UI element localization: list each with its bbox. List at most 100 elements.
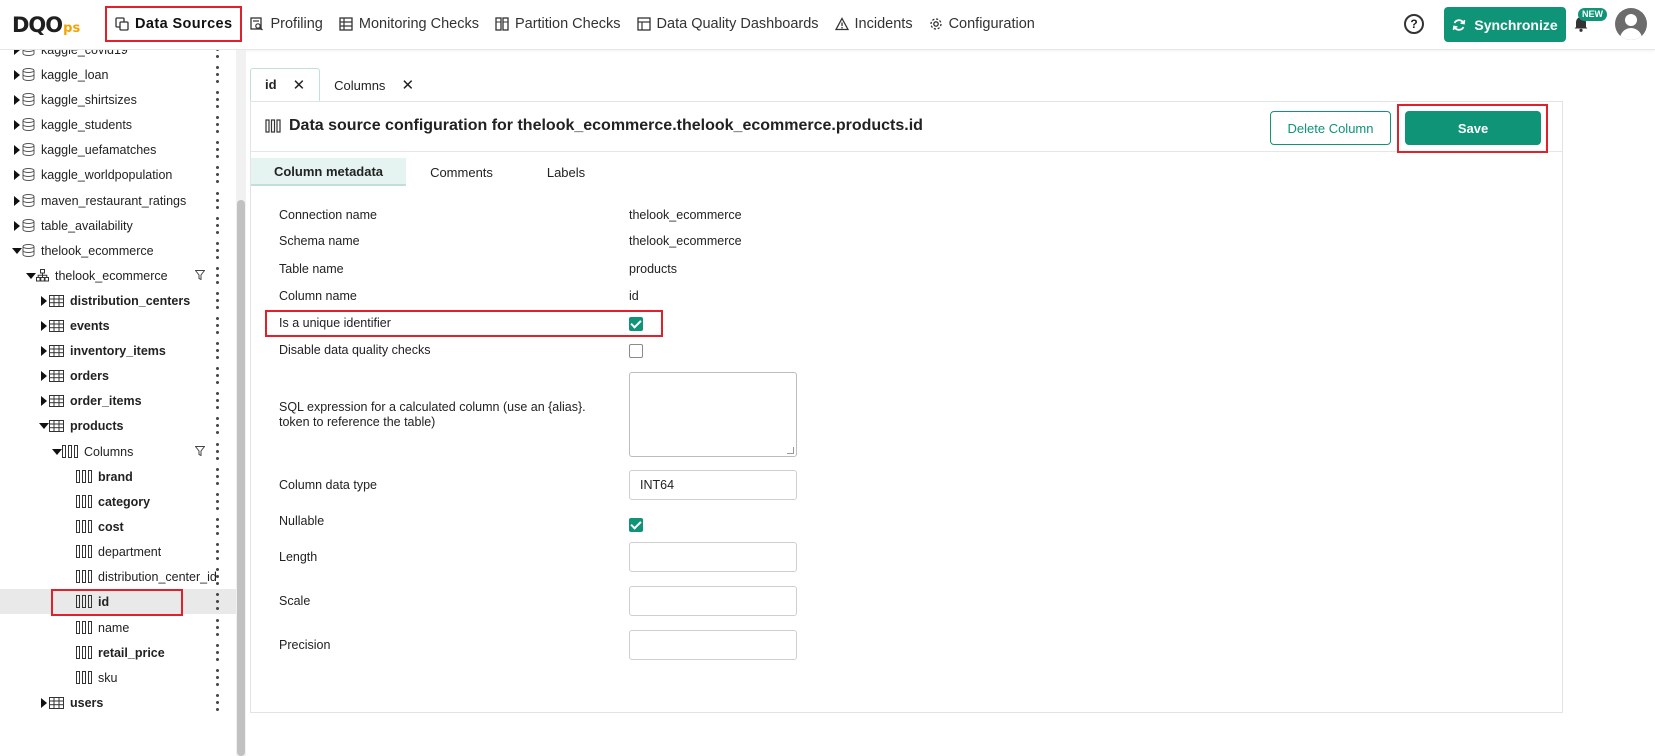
tree-item-users[interactable]: users bbox=[0, 690, 236, 715]
more-options-icon[interactable] bbox=[215, 468, 219, 485]
nav-dashboards[interactable]: Data Quality Dashboards bbox=[629, 6, 827, 42]
resize-grip-icon[interactable] bbox=[787, 447, 794, 454]
caret-right-icon[interactable] bbox=[39, 395, 49, 406]
sidebar-scrollbar-thumb[interactable] bbox=[237, 200, 245, 756]
nav-partition-checks[interactable]: Partition Checks bbox=[487, 6, 629, 42]
filter-icon[interactable] bbox=[195, 270, 205, 280]
tree-item-kaggle-students[interactable]: kaggle_students bbox=[0, 112, 236, 137]
caret-right-icon[interactable] bbox=[39, 370, 49, 381]
tree-item-distribution-centers[interactable]: distribution_centers bbox=[0, 288, 236, 313]
nav-incidents[interactable]: Incidents bbox=[827, 6, 921, 42]
caret-right-icon[interactable] bbox=[12, 220, 22, 231]
more-options-icon[interactable] bbox=[215, 493, 219, 510]
tab-comments[interactable]: Comments bbox=[406, 158, 517, 186]
more-options-icon[interactable] bbox=[215, 342, 219, 359]
tree-item-distribution-center-id[interactable]: distribution_center_id bbox=[0, 564, 236, 589]
tree-item-table-availability[interactable]: table_availability bbox=[0, 213, 236, 238]
caret-right-icon[interactable] bbox=[39, 697, 49, 708]
nav-profiling[interactable]: Profiling bbox=[242, 6, 330, 42]
tree-item-kaggle-loan[interactable]: kaggle_loan bbox=[0, 62, 236, 87]
tree-item-events[interactable]: events bbox=[0, 313, 236, 338]
tree-item-order-items[interactable]: order_items bbox=[0, 388, 236, 413]
tree-item-kaggle-uefamatches[interactable]: kaggle_uefamatches bbox=[0, 137, 236, 162]
more-options-icon[interactable] bbox=[215, 619, 219, 636]
tree-item-kaggle-covid19[interactable]: kaggle_covid19 bbox=[0, 50, 236, 62]
more-options-icon[interactable] bbox=[215, 217, 219, 234]
caret-right-icon[interactable] bbox=[39, 345, 49, 356]
tree-item-inventory-items[interactable]: inventory_items bbox=[0, 338, 236, 363]
more-options-icon[interactable] bbox=[215, 417, 219, 434]
more-options-icon[interactable] bbox=[215, 694, 219, 711]
nav-data-sources[interactable]: Data Sources bbox=[105, 6, 243, 42]
dqops-logo[interactable]: DQO ps bbox=[12, 12, 80, 38]
tree-item-retail-price[interactable]: retail_price bbox=[0, 640, 236, 665]
more-options-icon[interactable] bbox=[215, 518, 219, 535]
caret-right-icon[interactable] bbox=[39, 295, 49, 306]
caret-right-icon[interactable] bbox=[12, 144, 22, 155]
more-options-icon[interactable] bbox=[215, 644, 219, 661]
more-options-icon[interactable] bbox=[215, 50, 219, 58]
more-options-icon[interactable] bbox=[215, 317, 219, 334]
more-options-icon[interactable] bbox=[215, 543, 219, 560]
filter-icon[interactable] bbox=[195, 446, 205, 456]
data-type-field[interactable]: INT64 bbox=[629, 470, 797, 500]
more-options-icon[interactable] bbox=[215, 66, 219, 83]
delete-column-button[interactable]: Delete Column bbox=[1270, 111, 1391, 145]
more-options-icon[interactable] bbox=[215, 568, 219, 585]
tree-item-name[interactable]: name bbox=[0, 615, 236, 640]
sql-expression-textarea[interactable] bbox=[629, 372, 797, 457]
caret-down-icon[interactable] bbox=[26, 271, 36, 281]
more-options-icon[interactable] bbox=[215, 141, 219, 158]
tree-item-thelook-ecommerce-connection[interactable]: thelook_ecommerce bbox=[0, 238, 236, 263]
caret-down-icon[interactable] bbox=[12, 246, 22, 256]
disable-checks-checkbox[interactable] bbox=[629, 344, 643, 358]
caret-down-icon[interactable] bbox=[39, 421, 49, 431]
more-options-icon[interactable] bbox=[215, 166, 219, 183]
tree-item-kaggle-shirtsizes[interactable]: kaggle_shirtsizes bbox=[0, 87, 236, 112]
tree-item-cost[interactable]: cost bbox=[0, 514, 236, 539]
nav-monitoring-checks[interactable]: Monitoring Checks bbox=[331, 6, 487, 42]
more-options-icon[interactable] bbox=[215, 593, 219, 610]
tree-item-kaggle-worldpopulation[interactable]: kaggle_worldpopulation bbox=[0, 162, 236, 187]
close-icon[interactable]: ✕ bbox=[401, 76, 414, 94]
scale-field[interactable] bbox=[629, 586, 797, 616]
close-icon[interactable]: ✕ bbox=[293, 76, 306, 94]
avatar[interactable] bbox=[1615, 8, 1647, 40]
nav-configuration[interactable]: Configuration bbox=[921, 6, 1043, 42]
more-options-icon[interactable] bbox=[215, 669, 219, 686]
tab-columns[interactable]: Columns ✕ bbox=[320, 68, 428, 102]
tree-item-maven-restaurant-ratings[interactable]: maven_restaurant_ratings bbox=[0, 188, 236, 213]
tree-item-products[interactable]: products bbox=[0, 413, 236, 438]
more-options-icon[interactable] bbox=[215, 367, 219, 384]
caret-right-icon[interactable] bbox=[12, 119, 22, 130]
tree-item-columns[interactable]: Columns bbox=[0, 439, 236, 464]
caret-down-icon[interactable] bbox=[52, 447, 62, 457]
more-options-icon[interactable] bbox=[215, 292, 219, 309]
tab-column-metadata[interactable]: Column metadata bbox=[251, 158, 406, 186]
caret-right-icon[interactable] bbox=[12, 69, 22, 80]
tree-item-sku[interactable]: sku bbox=[0, 665, 236, 690]
more-options-icon[interactable] bbox=[215, 443, 219, 460]
caret-right-icon[interactable] bbox=[39, 320, 49, 331]
caret-right-icon[interactable] bbox=[12, 195, 22, 206]
caret-right-icon[interactable] bbox=[12, 94, 22, 105]
precision-field[interactable] bbox=[629, 630, 797, 660]
more-options-icon[interactable] bbox=[215, 392, 219, 409]
tree-item-department[interactable]: department bbox=[0, 539, 236, 564]
length-field[interactable] bbox=[629, 542, 797, 572]
caret-right-icon[interactable] bbox=[12, 50, 22, 55]
tree-item-orders[interactable]: orders bbox=[0, 363, 236, 388]
more-options-icon[interactable] bbox=[215, 242, 219, 259]
more-options-icon[interactable] bbox=[215, 91, 219, 108]
nullable-checkbox[interactable] bbox=[629, 518, 643, 532]
tree-item-category[interactable]: category bbox=[0, 489, 236, 514]
tree-item-thelook-ecommerce-schema[interactable]: thelook_ecommerce bbox=[0, 263, 236, 288]
tab-labels[interactable]: Labels bbox=[517, 158, 615, 186]
tree-item-brand[interactable]: brand bbox=[0, 464, 236, 489]
caret-right-icon[interactable] bbox=[12, 169, 22, 180]
more-options-icon[interactable] bbox=[215, 116, 219, 133]
more-options-icon[interactable] bbox=[215, 267, 219, 284]
help-icon[interactable]: ? bbox=[1404, 14, 1424, 34]
more-options-icon[interactable] bbox=[215, 192, 219, 209]
tab-id[interactable]: id ✕ bbox=[250, 68, 321, 102]
